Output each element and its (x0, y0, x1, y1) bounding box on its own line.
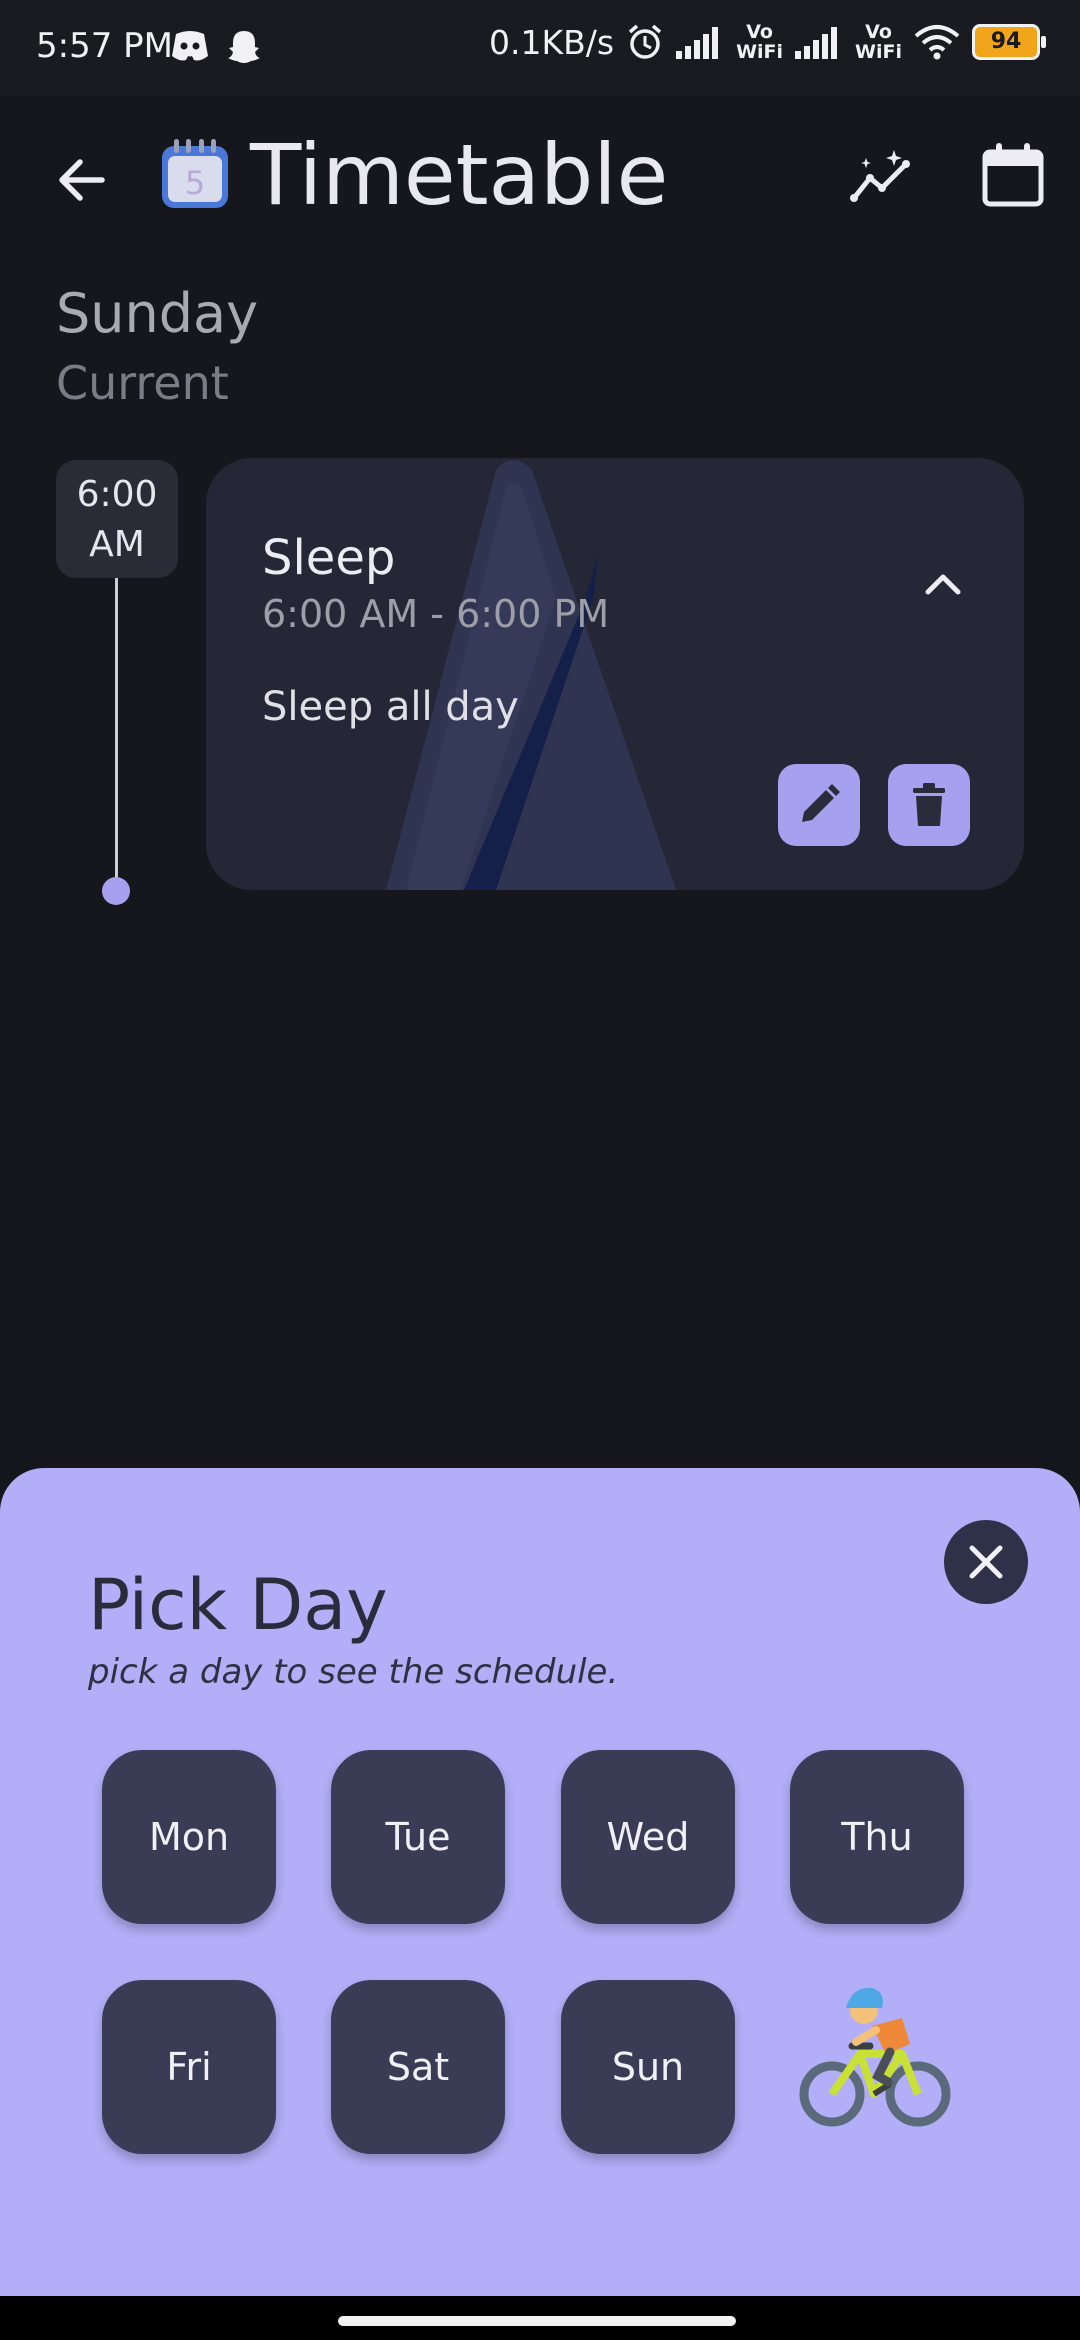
pick-day-sheet: Pick Day pick a day to see the schedule.… (0, 1468, 1080, 2296)
status-bar: 5:57 PM 0.1KB/s Vo WiFi Vo WiFi 94 (0, 0, 1080, 96)
day-button-fri[interactable]: Fri (102, 1980, 276, 2154)
close-icon (969, 1545, 1003, 1579)
calendar-icon[interactable] (980, 140, 1046, 210)
start-time-hour: 6:00 (76, 474, 158, 515)
chevron-up-icon[interactable] (918, 564, 968, 604)
edit-event-button[interactable] (778, 764, 860, 846)
wifi-icon (914, 25, 960, 60)
home-gesture-handle[interactable] (338, 2316, 736, 2326)
cyclist-icon (799, 1987, 951, 2127)
delete-event-button[interactable] (888, 764, 970, 846)
calendar-logo-icon: 5 (162, 139, 228, 208)
battery-icon: 94 (972, 24, 1046, 60)
trash-icon (913, 783, 945, 826)
back-arrow-icon[interactable] (52, 150, 112, 210)
svg-text:5: 5 (185, 164, 205, 202)
signal-icon (676, 27, 719, 59)
sheet-title: Pick Day (88, 1564, 388, 1646)
event-card[interactable]: Sleep 6:00 AM - 6:00 PM Sleep all day (206, 458, 1024, 890)
network-speed: 0.1KB/s (488, 22, 615, 62)
day-button-mon[interactable]: Mon (102, 1750, 276, 1924)
day-button-thu[interactable]: Thu (790, 1750, 964, 1924)
event-note: Sleep all day (262, 684, 519, 730)
event-title: Sleep (262, 530, 396, 586)
timeline-line (115, 578, 118, 890)
snapchat-icon (228, 31, 260, 63)
vowifi-label-1: Vo WiFi (736, 21, 784, 63)
day-button-wed[interactable]: Wed (561, 1750, 735, 1924)
discord-icon (172, 31, 208, 61)
alarm-icon (628, 24, 662, 59)
day-name: Sunday (56, 282, 259, 345)
vowifi-label-2: Vo WiFi (855, 21, 902, 63)
sheet-subtitle: pick a day to see the schedule. (88, 1652, 619, 1692)
status-time: 5:57 PM (36, 26, 173, 66)
day-button-sat[interactable]: Sat (331, 1980, 505, 2154)
day-status: Current (56, 356, 229, 410)
close-sheet-button[interactable] (944, 1520, 1028, 1604)
page-title: Timetable (250, 126, 669, 224)
event-time-range: 6:00 AM - 6:00 PM (262, 592, 610, 636)
battery-level: 94 (990, 29, 1022, 54)
day-button-sun[interactable]: Sun (561, 1980, 735, 2154)
app-bar: 5 Timetable (0, 96, 1080, 256)
signal-icon (795, 27, 838, 59)
timeline-end-dot (102, 877, 130, 905)
insights-icon[interactable] (848, 146, 914, 212)
start-time-period: AM (89, 524, 145, 565)
day-button-tue[interactable]: Tue (331, 1750, 505, 1924)
pencil-icon (802, 784, 840, 822)
start-time-chip: 6:00 AM (56, 460, 178, 578)
